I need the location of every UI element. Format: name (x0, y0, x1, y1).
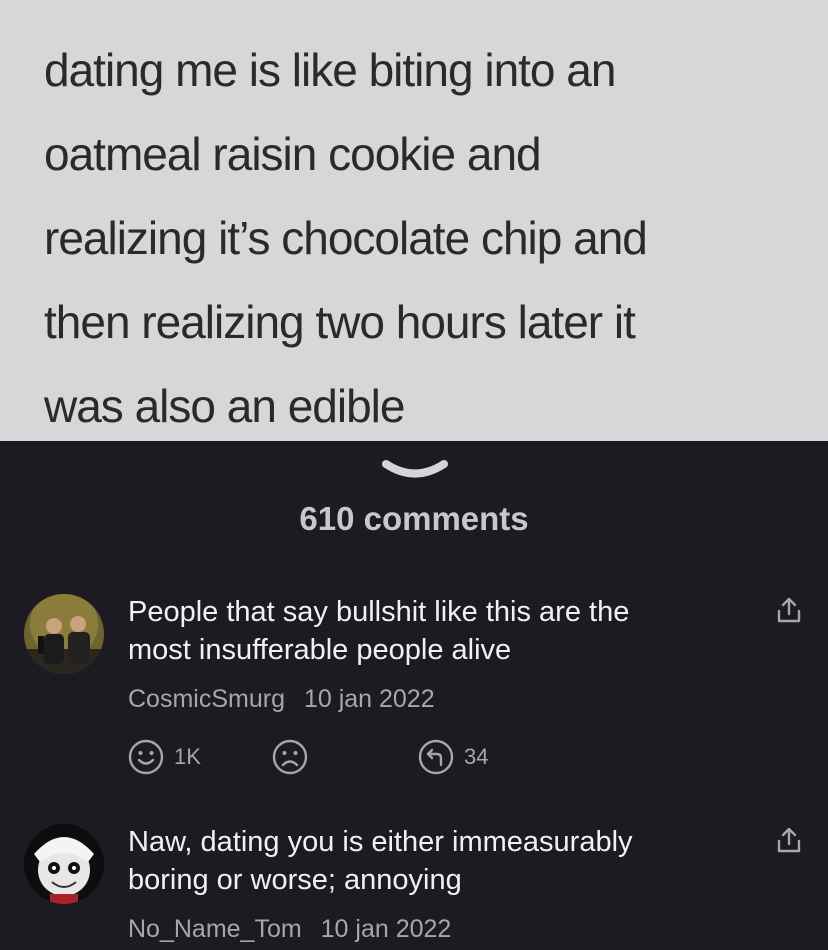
upvote-count: 1K (174, 744, 201, 769)
comment: Naw, dating you is either immeasurably b… (0, 820, 828, 950)
post-text: dating me is like biting into an oatmeal… (44, 28, 804, 441)
comment-date: 10 jan 2022 (303, 685, 435, 713)
avatar[interactable] (24, 824, 104, 904)
chevron-down-icon[interactable] (382, 459, 448, 481)
post-text-line: then realizing two hours later it (44, 296, 636, 348)
avatar[interactable] (24, 594, 104, 674)
comment-body: People that say bullshit like this are t… (128, 593, 728, 669)
share-icon[interactable] (775, 596, 803, 626)
upvote-button[interactable]: 1K (128, 737, 201, 777)
comment-actions: 1K 34 (128, 737, 548, 777)
comment-meta: No_Name_Tom 10 jan 2022 (128, 915, 451, 944)
post-text-line: dating me is like biting into an (44, 44, 616, 96)
reply-count: 34 (464, 744, 489, 769)
comment-meta: CosmicSmurg 10 jan 2022 (128, 685, 435, 714)
reply-button[interactable]: 34 (418, 737, 488, 777)
frown-icon (272, 739, 308, 775)
comment-author[interactable]: No_Name_Tom (128, 915, 302, 943)
post-text-line: was also an edible (44, 380, 405, 432)
comment-line: People that say bullshit like this are t… (128, 596, 630, 628)
comment-line: most insufferable people alive (128, 634, 512, 666)
comment-line: boring or worse; annoying (128, 864, 462, 896)
comment-line: Naw, dating you is either immeasurably (128, 826, 633, 858)
comment-body: Naw, dating you is either immeasurably b… (128, 823, 728, 899)
comment: People that say bullshit like this are t… (0, 590, 828, 780)
share-icon[interactable] (775, 826, 803, 856)
smile-icon (128, 739, 164, 775)
post-text-line: oatmeal raisin cookie and (44, 128, 542, 180)
comment-author[interactable]: CosmicSmurg (128, 685, 285, 713)
comment-date: 10 jan 2022 (320, 915, 452, 943)
comments-count: 610 comments (299, 500, 529, 537)
post-image[interactable]: dating me is like biting into an oatmeal… (0, 0, 828, 441)
reply-icon (418, 739, 454, 775)
downvote-button[interactable] (272, 737, 308, 777)
post-text-line: realizing it’s chocolate chip and (44, 212, 648, 264)
